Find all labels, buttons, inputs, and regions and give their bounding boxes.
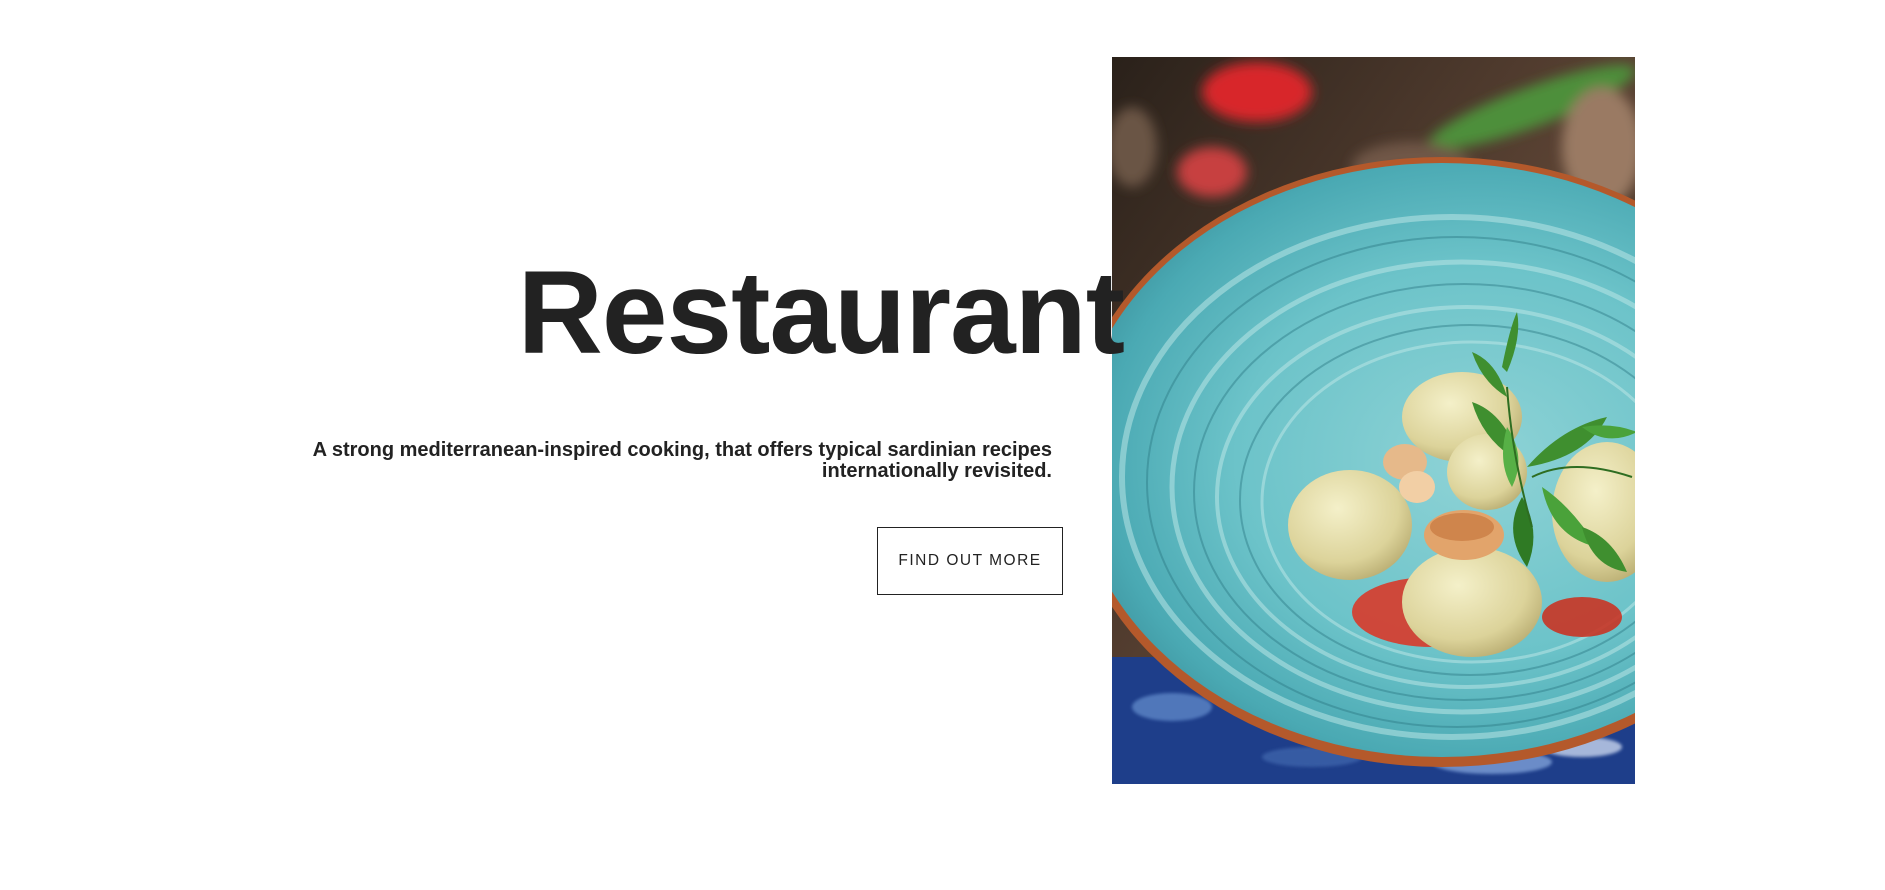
page-title: Restaurant <box>517 247 1125 379</box>
hero-subtitle: A strong mediterranean-inspired cooking,… <box>312 439 1052 482</box>
hero-section: Restaurant A strong mediterranean-inspir… <box>0 0 1885 890</box>
find-out-more-button[interactable]: FIND OUT MORE <box>877 527 1063 595</box>
food-photo <box>1112 57 1635 784</box>
